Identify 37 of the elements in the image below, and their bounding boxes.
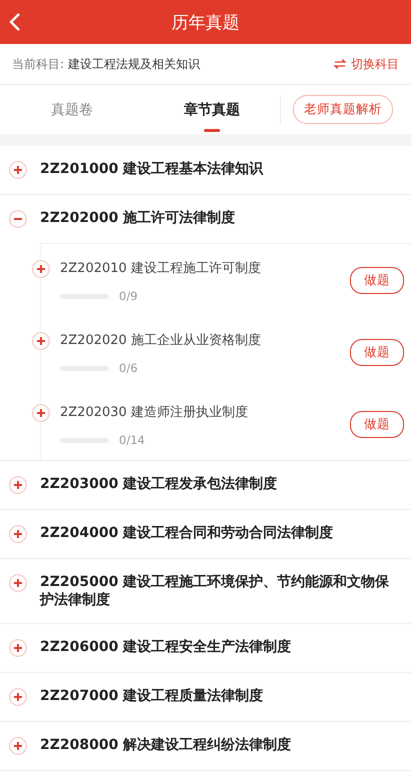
expand-icon[interactable]: [9, 737, 27, 755]
progress-count: 0/9: [119, 289, 138, 303]
section-title[interactable]: 2Z202020 施工企业从业资格制度: [60, 331, 350, 349]
chapter-title[interactable]: 2Z202000 施工许可法律制度: [40, 209, 236, 227]
subject-name: 建设工程法规及相关知识: [68, 56, 200, 72]
teacher-analysis-button[interactable]: 老师真题解析: [293, 95, 393, 124]
expand-icon[interactable]: [9, 476, 27, 494]
progress-count: 0/14: [119, 433, 145, 447]
expand-icon[interactable]: [9, 525, 27, 543]
collapse-icon[interactable]: [9, 210, 27, 228]
swap-icon: [334, 59, 346, 69]
expand-icon[interactable]: [9, 639, 27, 657]
expand-icon[interactable]: [32, 260, 50, 278]
expand-icon[interactable]: [32, 332, 50, 350]
chapter-title[interactable]: 2Z208000 解决建设工程纠纷法律制度: [40, 736, 292, 754]
tab[interactable]: 章节真题: [144, 85, 280, 134]
expand-icon[interactable]: [32, 404, 50, 422]
back-icon[interactable]: [8, 12, 22, 32]
chapter-title[interactable]: 2Z201000 建设工程基本法律知识: [40, 160, 264, 178]
tab[interactable]: 真题卷: [0, 85, 144, 134]
chapter-title[interactable]: 2Z206000 建设工程安全生产法律制度: [40, 638, 292, 656]
expand-icon[interactable]: [9, 574, 27, 592]
expand-icon[interactable]: [9, 688, 27, 706]
chapter-title[interactable]: 2Z204000 建设工程合同和劳动合同法律制度: [40, 524, 334, 542]
practice-button[interactable]: 做题: [350, 266, 404, 294]
practice-button[interactable]: 做题: [350, 338, 404, 366]
chapter-title[interactable]: 2Z205000 建设工程施工环境保护、节约能源和文物保护法律制度: [40, 573, 403, 609]
progress-count: 0/6: [119, 361, 138, 375]
section-title[interactable]: 2Z202010 建设工程施工许可制度: [60, 259, 350, 277]
section-title[interactable]: 2Z202030 建造师注册执业制度: [60, 403, 350, 421]
subject-label: 当前科目:: [12, 56, 64, 72]
switch-subject-link[interactable]: 切换科目: [334, 56, 399, 72]
page-title: 历年真题: [170, 12, 240, 34]
chapter-title[interactable]: 2Z203000 建设工程发承包法律制度: [40, 475, 278, 493]
expand-icon[interactable]: [9, 161, 27, 179]
chapter-title[interactable]: 2Z207000 建设工程质量法律制度: [40, 687, 264, 705]
practice-button[interactable]: 做题: [350, 410, 404, 438]
